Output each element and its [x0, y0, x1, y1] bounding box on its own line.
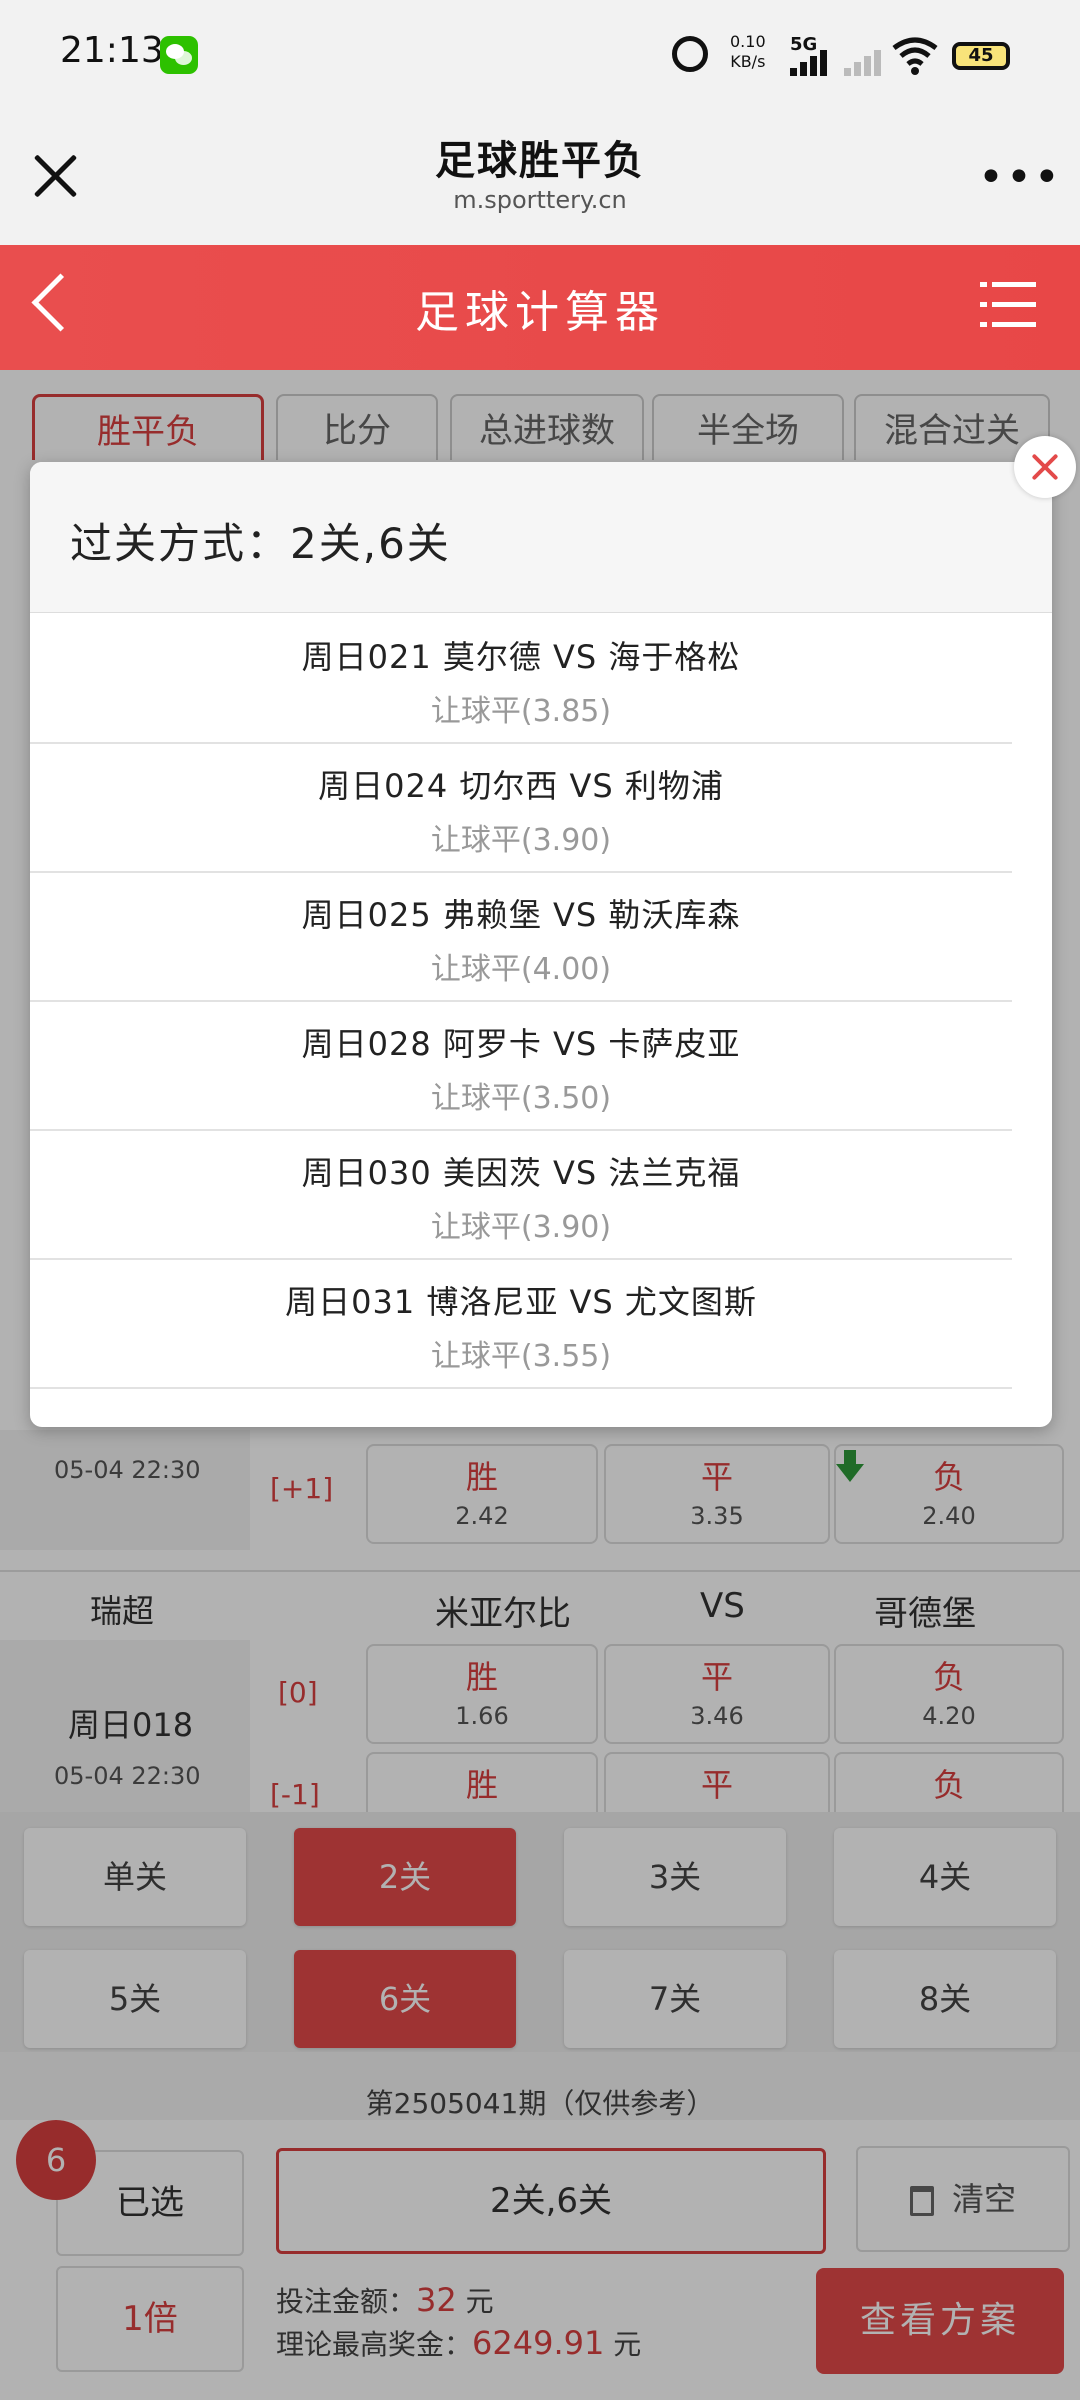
network-speed: 0.10 KB/s: [730, 32, 766, 72]
match-selection: 让球平(3.50): [430, 1081, 612, 1116]
modal-title: 过关方式：2关,6关: [70, 519, 451, 568]
match-title: 周日024 切尔西 VS 利物浦: [318, 767, 724, 805]
menu-list-icon[interactable]: [980, 282, 1036, 328]
network-speed-unit: KB/s: [730, 52, 766, 71]
signal-icon: [790, 46, 834, 76]
match-selection: 让球平(3.90): [430, 1210, 612, 1245]
match-title: 周日021 莫尔德 VS 海于格松: [301, 638, 741, 676]
list-item: 周日031 博洛尼亚 VS 尤文图斯 让球平(3.55): [30, 1259, 1012, 1389]
list-item: 周日030 美因茨 VS 法兰克福 让球平(3.90): [30, 1130, 1012, 1260]
header-title: 足球计算器: [415, 287, 665, 338]
match-title: 周日031 博洛尼亚 VS 尤文图斯: [285, 1283, 757, 1321]
match-selection: 让球平(3.55): [430, 1339, 612, 1374]
network-speed-value: 0.10: [730, 32, 766, 51]
list-item: 周日024 切尔西 VS 利物浦 让球平(3.90): [30, 743, 1012, 873]
battery-icon: 45: [952, 42, 1010, 70]
wechat-icon: [160, 36, 198, 74]
match-selection: 让球平(3.90): [430, 823, 612, 858]
wifi-icon: [892, 37, 938, 75]
status-time: 21:13: [60, 30, 164, 71]
match-title: 周日030 美因茨 VS 法兰克福: [301, 1154, 741, 1192]
list-item: 周日028 阿罗卡 VS 卡萨皮亚 让球平(3.50): [30, 1001, 1012, 1131]
alarm-icon: [672, 36, 708, 72]
pass-detail-modal: 过关方式：2关,6关 周日021 莫尔德 VS 海于格松 让球平(3.85) 周…: [30, 462, 1052, 1427]
modal-close-icon[interactable]: [1014, 436, 1076, 498]
list-item: 周日021 莫尔德 VS 海于格松 让球平(3.85): [30, 614, 1012, 744]
modal-header: 过关方式：2关,6关: [30, 462, 1052, 613]
match-title: 周日025 弗赖堡 VS 勒沃库森: [301, 896, 741, 934]
page-title: 足球胜平负: [435, 138, 645, 184]
more-icon[interactable]: •••: [978, 156, 1062, 200]
signal-icon-2: [844, 46, 888, 76]
list-item: 周日025 弗赖堡 VS 勒沃库森 让球平(4.00): [30, 872, 1012, 1002]
match-selection: 让球平(4.00): [430, 952, 612, 987]
match-selection: 让球平(3.85): [430, 694, 612, 729]
page-url: m.sporttery.cn: [453, 186, 627, 214]
match-title: 周日028 阿罗卡 VS 卡萨皮亚: [301, 1025, 741, 1063]
